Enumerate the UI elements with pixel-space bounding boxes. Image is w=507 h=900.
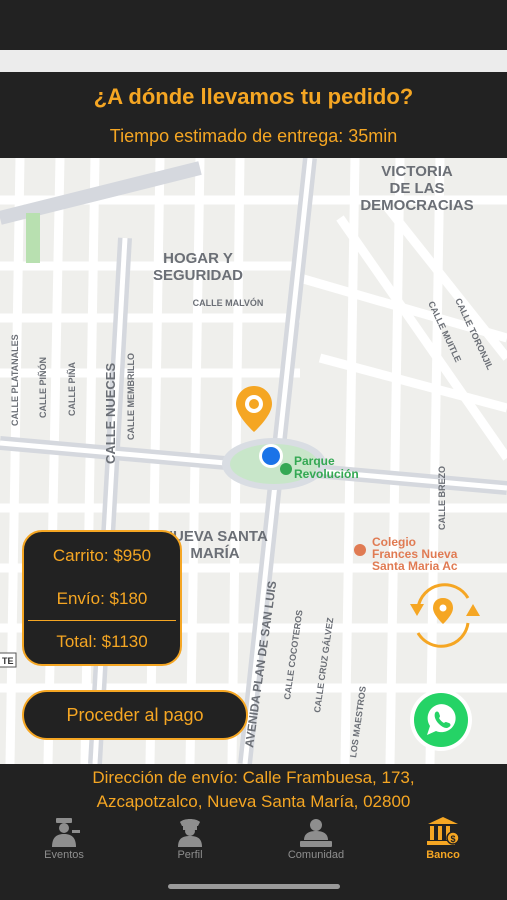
whatsapp-button[interactable] (409, 688, 473, 752)
tab-comunidad[interactable]: Comunidad (271, 816, 361, 868)
address-line-1: Dirección de envío: Calle Frambuesa, 173… (92, 768, 415, 787)
map-label-hogar-2: SEGURIDAD (153, 267, 243, 284)
map-label-colegio-3: Santa Maria Ac (372, 559, 458, 573)
tab-eventos[interactable]: Eventos (19, 816, 109, 868)
top-strip (0, 50, 507, 72)
map-label-victoria-1: VICTORIA (381, 163, 453, 180)
shipping-address: Dirección de envío: Calle Frambuesa, 173… (0, 766, 507, 814)
tab-banco[interactable]: $ Banco (398, 816, 488, 868)
community-icon (300, 819, 332, 847)
svg-text:$: $ (450, 834, 455, 844)
whatsapp-icon (410, 689, 472, 751)
map-label-victoria-2: DE LAS (389, 180, 444, 197)
cart-total: Total: $1130 (56, 632, 148, 651)
green-area (26, 213, 40, 263)
map-label-pinon: CALLE PIÑÓN (37, 357, 48, 418)
cart-subtotal: Carrito: $950 (52, 546, 152, 565)
page-title: ¿A dónde llevamos tu pedido? (93, 84, 414, 109)
map-label-pina: CALLE PIÑA (67, 361, 77, 416)
header: ¿A dónde llevamos tu pedido? Tiempo esti… (0, 72, 507, 158)
tab-label: Perfil (177, 849, 203, 861)
tab-label: Comunidad (287, 849, 345, 861)
map-label-platanales: CALLE PLATANALES (10, 334, 20, 426)
map-label-parque-1: Parque (294, 454, 335, 468)
tab-label: Banco (426, 849, 460, 861)
map-label-parque-2: Revolución (294, 467, 359, 481)
agent-profile-icon (178, 819, 202, 847)
tab-bar: Eventos Perfil Comunidad $ Banco (0, 816, 507, 868)
delivery-eta: Tiempo estimado de entrega: 35min (109, 126, 398, 146)
map-label-maestros: LOS MAESTROS (348, 686, 368, 759)
home-indicator (168, 884, 340, 889)
park-marker-icon (280, 463, 292, 475)
map-label-victoria-3: DEMOCRACIAS (360, 197, 473, 214)
bank-icon: $ (427, 817, 460, 845)
map-label-malvon: CALLE MALVÓN (193, 297, 264, 308)
map-label-nueces: CALLE NUECES (103, 363, 118, 464)
school-icon (354, 544, 366, 556)
shipping-cost: Envío: $180 (56, 589, 148, 608)
bottom-panel: Dirección de envío: Calle Frambuesa, 173… (0, 764, 507, 900)
map-label-membrillo: CALLE MEMBRILLO (126, 353, 136, 440)
tab-label: Eventos (44, 849, 84, 861)
map-label-te: TE (2, 656, 14, 666)
proceed-to-payment-button[interactable]: Proceder al pago (22, 690, 248, 740)
map-label-hogar-1: HOGAR Y (163, 250, 233, 267)
cart-summary: Carrito: $950 Envío: $180 Total: $1130 (22, 530, 182, 666)
relocate-icon[interactable] (410, 583, 480, 648)
police-officer-icon (52, 818, 80, 847)
address-line-2: Azcapotzalco, Nueva Santa María, 02800 (96, 792, 411, 811)
map-label-nsm-2: MARÍA (190, 545, 239, 562)
current-location-icon[interactable] (262, 447, 280, 465)
cart-divider (28, 620, 176, 621)
tab-perfil[interactable]: Perfil (145, 816, 235, 868)
status-bar (0, 0, 507, 50)
destination-pin-icon[interactable] (236, 386, 272, 432)
map[interactable]: VICTORIA DE LAS DEMOCRACIAS HOGAR Y SEGU… (0, 158, 507, 764)
map-label-brezo: CALLE BREZO (437, 466, 447, 530)
map-canvas[interactable]: VICTORIA DE LAS DEMOCRACIAS HOGAR Y SEGU… (0, 158, 507, 764)
